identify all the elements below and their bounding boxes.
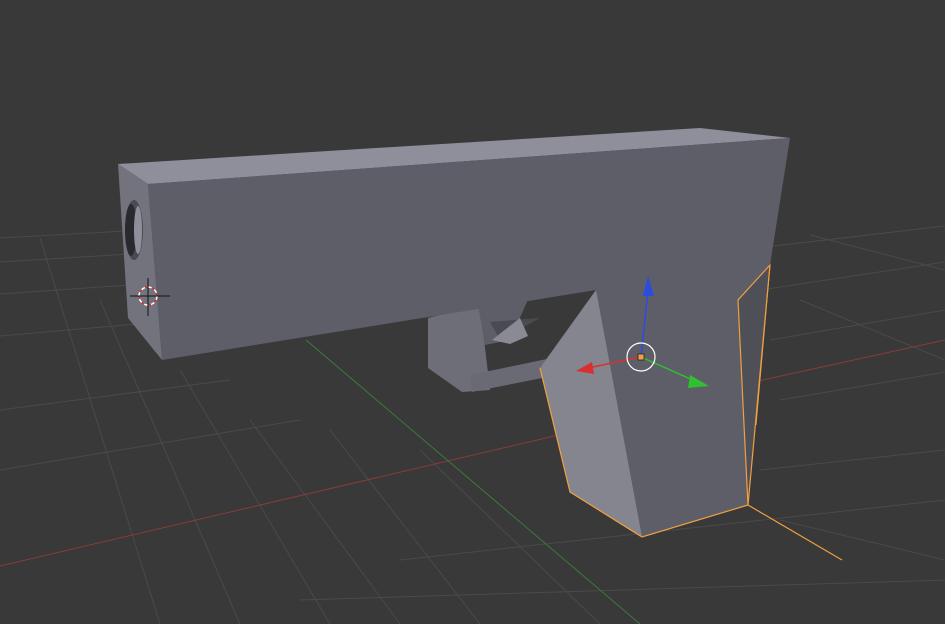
x-axis-line-right: [739, 339, 945, 386]
barrel-muzzle[interactable]: [125, 200, 143, 260]
scene-canvas[interactable]: [0, 0, 945, 624]
3d-viewport[interactable]: [0, 0, 945, 624]
x-axis-line: [0, 429, 581, 567]
grip[interactable]: [539, 260, 843, 561]
object-origin: [637, 353, 645, 361]
